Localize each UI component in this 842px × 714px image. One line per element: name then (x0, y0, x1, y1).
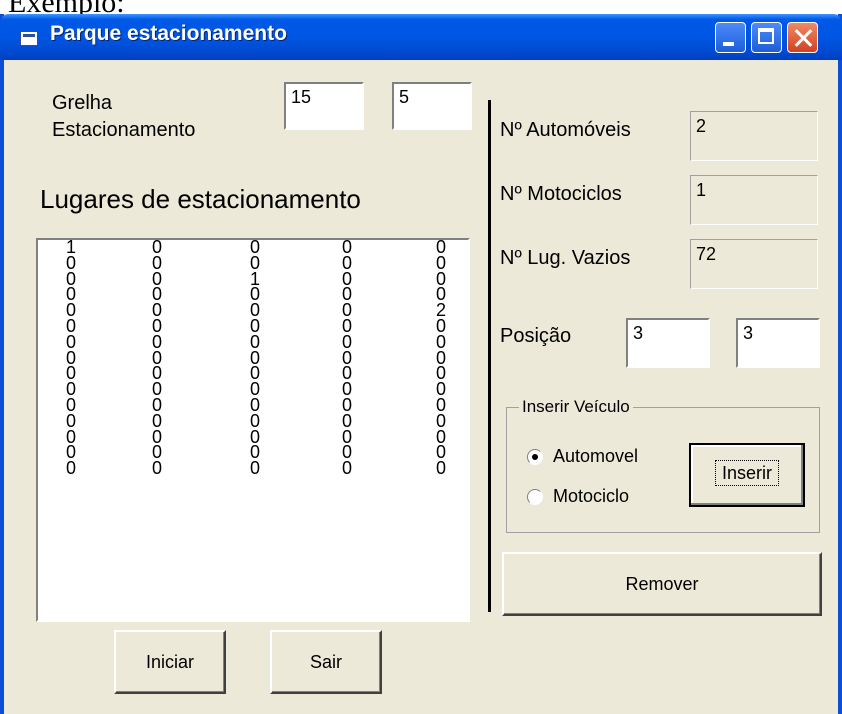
divider (488, 100, 491, 612)
parking-row[interactable]: 0 0 0 0 0 (38, 458, 468, 479)
cars-label: Nº Automóveis (500, 119, 631, 141)
window-title: Parque estacionamento (50, 22, 287, 45)
motos-count: 1 (690, 175, 818, 225)
title-bar[interactable]: Parque estacionamento (0, 14, 842, 60)
start-button[interactable]: Iniciar (114, 630, 226, 694)
position-label: Posição (500, 325, 572, 347)
empty-count: 72 (690, 239, 818, 289)
radio-automovel[interactable] (527, 449, 543, 465)
grid-label-line2: Estacionamento (52, 119, 196, 141)
parking-cell: 0 (152, 458, 163, 479)
motos-label: Nº Motociclos (500, 183, 622, 205)
grid-cols-input[interactable]: 5 (392, 82, 472, 130)
insert-button-label: Inserir (714, 460, 779, 486)
grid-rows-input[interactable]: 15 (284, 82, 364, 130)
grid-label-line1: Grelha (52, 92, 113, 114)
insert-button[interactable]: Inserir (689, 443, 805, 507)
parking-heading: Lugares de estacionamento (40, 184, 361, 214)
close-icon[interactable] (787, 22, 818, 53)
position-col-input[interactable]: 3 (736, 318, 820, 368)
app-window: Parque estacionamento Grelha Estacioname… (0, 14, 842, 714)
parking-cell: 0 (342, 458, 353, 479)
parking-listbox[interactable]: 1000000000001000000000002000000000000000… (36, 238, 470, 622)
app-window-icon (20, 31, 38, 46)
position-row-input[interactable]: 3 (626, 318, 710, 368)
remove-button[interactable]: Remover (502, 552, 822, 616)
parking-cell: 0 (250, 458, 261, 479)
radio-motociclo[interactable] (527, 489, 543, 505)
radio-motociclo-label[interactable]: Motociclo (553, 484, 629, 508)
empty-label: Nº Lug. Vazios (500, 247, 631, 269)
exit-button[interactable]: Sair (270, 630, 382, 694)
radio-automovel-label[interactable]: Automovel (553, 444, 638, 468)
parking-cell: 0 (66, 458, 77, 479)
cars-count: 2 (690, 111, 818, 161)
insert-vehicle-title: Inserir Veículo (519, 397, 633, 417)
minimize-icon[interactable] (715, 22, 746, 53)
maximize-icon[interactable] (751, 22, 782, 53)
insert-vehicle-group: Inserir Veículo Automovel Motociclo Inse… (506, 397, 820, 533)
parking-cell: 0 (436, 458, 447, 479)
